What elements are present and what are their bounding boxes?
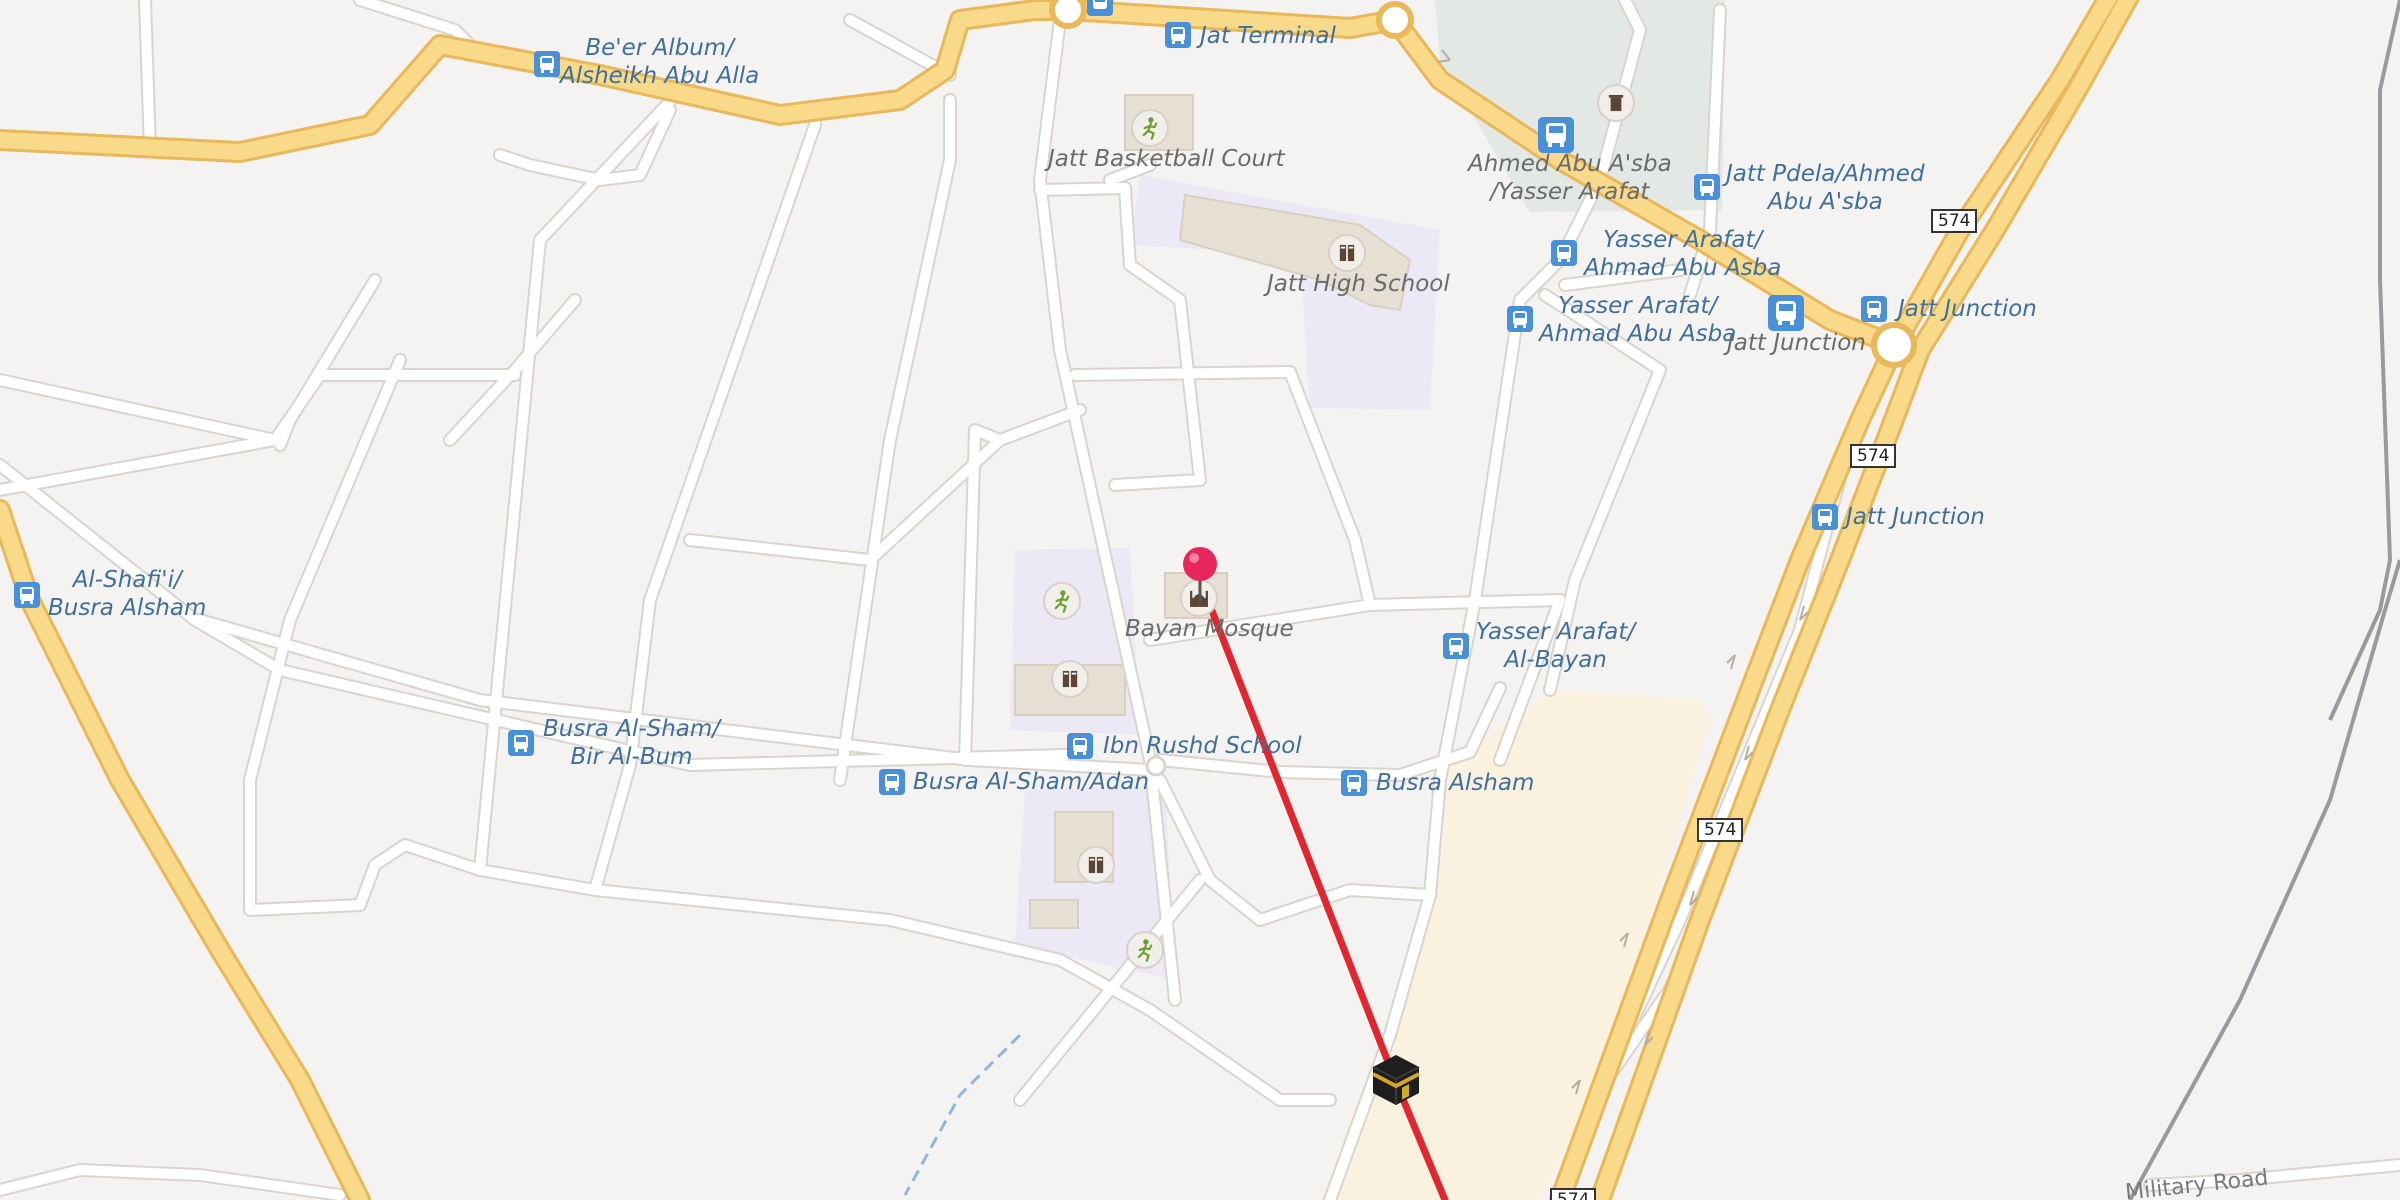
bus-stop-label: Jatt Pdela/Ahmed Abu A'sba bbox=[1726, 161, 1925, 215]
bus-stop-icon[interactable] bbox=[1768, 295, 1804, 331]
stream bbox=[903, 1033, 1022, 1196]
bus-stop-icon[interactable] bbox=[534, 51, 560, 77]
highway-shield: 574 bbox=[1931, 209, 1978, 233]
sports-icon[interactable] bbox=[1043, 582, 1081, 620]
location-pin-icon[interactable] bbox=[1181, 546, 1219, 610]
highway-shield: 574 bbox=[1550, 1188, 1597, 1200]
kaaba-icon[interactable] bbox=[1368, 1051, 1424, 1111]
bus-stop-label: Be'er Album/ Alsheikh Abu Alla bbox=[560, 35, 760, 89]
bus-stop-icon[interactable] bbox=[1443, 633, 1469, 659]
building bbox=[1029, 899, 1079, 929]
bus-stop-icon[interactable] bbox=[879, 769, 905, 795]
bus-stop-icon[interactable] bbox=[1507, 306, 1533, 332]
bus-stop-icon[interactable] bbox=[1067, 733, 1093, 759]
bus-stop-label: Ahmed Abu A'sba /Yasser Arafat bbox=[1468, 151, 1672, 205]
sports-icon[interactable] bbox=[1131, 109, 1169, 147]
bus-stop-label: Jatt Junction bbox=[1727, 330, 1866, 356]
bus-stop-label: Yasser Arafat/ Al-Bayan bbox=[1476, 619, 1636, 673]
poi-label-bayan-mosque: Bayan Mosque bbox=[1125, 616, 1294, 642]
bus-stop-icon[interactable] bbox=[1165, 22, 1191, 48]
bus-stop-label: Busra Al-Sham/Adan bbox=[913, 769, 1150, 795]
bus-stop-icon[interactable] bbox=[1551, 240, 1577, 266]
bus-stop-label: Jatt Junction bbox=[1846, 504, 1985, 530]
bus-stop-icon[interactable] bbox=[1861, 296, 1887, 322]
bus-stop-icon[interactable] bbox=[1812, 504, 1838, 530]
bus-stop-label: Busra Al-Sham/ Bir Al-Bum bbox=[543, 716, 721, 770]
bus-stop-label: Busra Alsham bbox=[1376, 770, 1535, 796]
bus-stop-label: Al-Shafi'i/ Busra Alsham bbox=[48, 567, 207, 621]
bus-stop-label: Yasser Arafat/ Ahmad Abu Asba bbox=[1539, 293, 1737, 347]
bus-stop-label: Ibn Rushd School bbox=[1103, 733, 1302, 759]
school-icon[interactable] bbox=[1051, 660, 1089, 698]
school-icon[interactable] bbox=[1077, 846, 1115, 884]
highway-shield: 574 bbox=[1697, 818, 1744, 842]
bus-stop-label: Jat Terminal bbox=[1200, 23, 1336, 49]
school-icon[interactable] bbox=[1328, 234, 1366, 272]
bus-stop-icon[interactable] bbox=[14, 582, 40, 608]
bus-stop-icon[interactable] bbox=[1341, 770, 1367, 796]
road-north bbox=[0, 0, 1081, 163]
waste-basket-icon[interactable] bbox=[1597, 84, 1635, 122]
poi-label-basketball: Jatt Basketball Court bbox=[1048, 146, 1285, 172]
map-view[interactable]: 574 574 574 574 Military Road Jatt Baske… bbox=[0, 0, 2400, 1200]
bus-stop-icon[interactable] bbox=[1694, 174, 1720, 200]
bus-stop-icon[interactable] bbox=[1087, 0, 1113, 16]
bus-stop-label: Yasser Arafat/ Ahmad Abu Asba bbox=[1584, 227, 1782, 281]
bus-stop-icon[interactable] bbox=[508, 730, 534, 756]
highway-shield: 574 bbox=[1850, 444, 1897, 468]
bus-stop-icon[interactable] bbox=[1538, 117, 1574, 153]
bus-stop-label: Jatt Junction bbox=[1898, 296, 2037, 322]
poi-label-high-school: Jatt High School bbox=[1267, 271, 1450, 297]
sports-icon[interactable] bbox=[1126, 931, 1164, 969]
